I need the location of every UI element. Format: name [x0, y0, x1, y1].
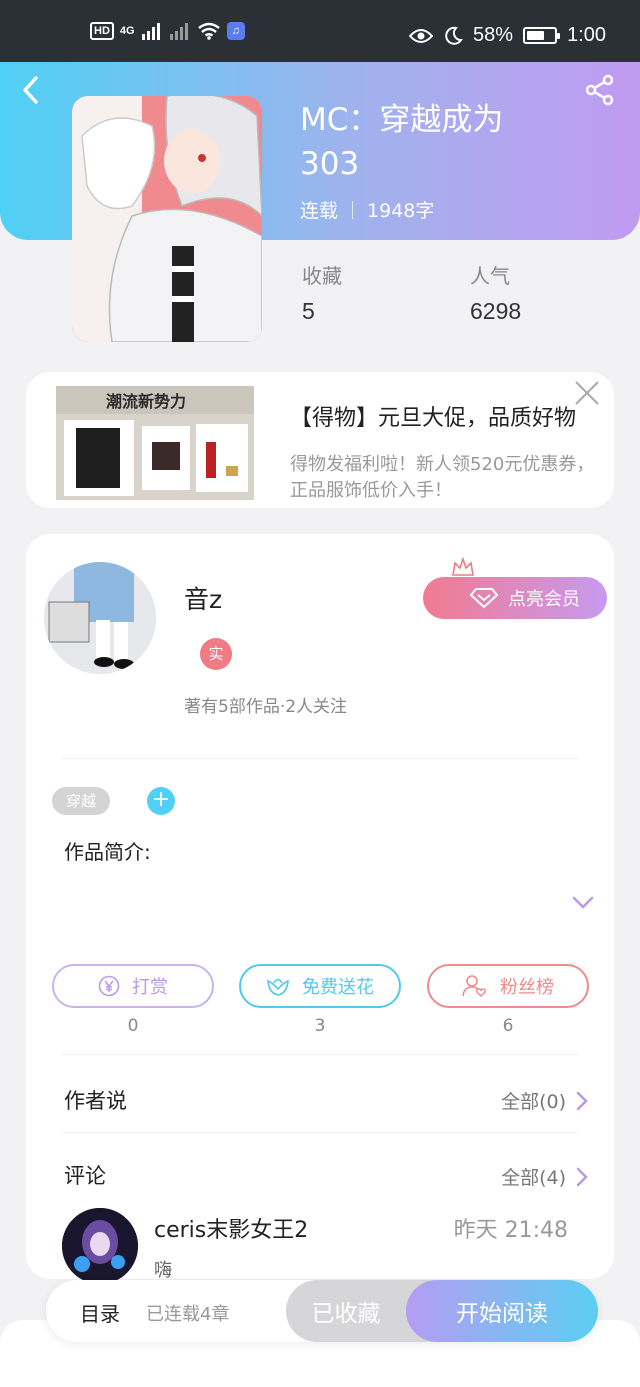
popularity-label: 人气: [470, 264, 510, 288]
cover-illustration: [72, 96, 262, 342]
flower-count: 3: [314, 1016, 326, 1036]
signal-icon: [141, 23, 160, 40]
intro-label: 作品简介:: [64, 840, 151, 864]
chevron-left-icon: [23, 76, 38, 104]
fan-rank-button[interactable]: 粉丝榜: [427, 964, 589, 1008]
signal-icon-2: [169, 23, 188, 40]
tip-label: 打赏: [132, 977, 168, 998]
ad-image-text: 潮流新势力: [106, 392, 186, 411]
ad-description: 得物发福利啦！新人领520元优惠券，正品服饰低价入手！: [290, 454, 595, 501]
book-title: MC：穿越成为303: [300, 102, 504, 182]
battery-percent: 58%: [473, 24, 514, 46]
network-badge: 4G: [119, 25, 135, 37]
moon-icon: [445, 26, 463, 45]
yen-coin-icon: [98, 975, 120, 997]
clock: 1:00: [567, 24, 606, 46]
verified-badge: 实: [200, 638, 232, 670]
share-button[interactable]: [584, 74, 616, 106]
commenter-avatar[interactable]: [62, 1208, 138, 1284]
start-reading-label: 开始阅读: [456, 1301, 548, 1327]
send-flower-button[interactable]: 免费送花: [239, 964, 401, 1008]
chevron-down-icon[interactable]: [572, 896, 594, 910]
bottom-action-bar: 目录 已连载4章 已收藏 开始阅读: [46, 1280, 598, 1342]
ad-close-button[interactable]: [574, 380, 600, 406]
comments-label: 评论: [64, 1164, 106, 1188]
chevron-right-icon: [576, 1167, 588, 1186]
status-bar: HD 4G ♫ 58% 1:00: [0, 0, 640, 62]
start-reading-button[interactable]: 开始阅读: [406, 1280, 598, 1342]
book-word-count: 1948字: [367, 200, 435, 222]
ad-title: 【得物】元旦大促，品质好物: [290, 406, 577, 431]
author-avatar[interactable]: [44, 562, 156, 674]
crown-icon: [452, 557, 474, 576]
diamond-icon: [470, 588, 498, 609]
comment-time: 昨天 21:48: [453, 1218, 568, 1243]
share-icon: [585, 74, 614, 106]
vip-button[interactable]: 点亮会员: [423, 557, 607, 619]
music-app-icon: ♫: [226, 22, 245, 40]
comments-all-label: 全部(4): [501, 1167, 566, 1189]
fan-rank-label: 粉丝榜: [500, 977, 554, 998]
battery-icon: [523, 27, 561, 44]
vip-button-label: 点亮会员: [508, 589, 580, 610]
user-heart-icon: [462, 975, 486, 998]
author-name[interactable]: 音z: [184, 580, 222, 616]
tip-button[interactable]: 打赏: [52, 964, 214, 1008]
divider: [62, 1054, 578, 1055]
status-left: HD 4G ♫: [90, 22, 245, 40]
tip-count: 0: [127, 1016, 139, 1036]
status-right: 58% 1:00: [409, 24, 606, 47]
genre-tag[interactable]: 穿越: [52, 787, 111, 815]
author-says-all-label: 全部(0): [501, 1091, 566, 1113]
chevron-right-icon: [576, 1091, 588, 1110]
favorited-label: 已收藏: [311, 1301, 381, 1327]
ad-image: 潮流新势力: [56, 386, 254, 500]
favorites-label: 收藏: [302, 264, 342, 288]
send-flower-label: 免费送花: [302, 977, 374, 998]
eye-icon: [409, 28, 434, 43]
book-cover[interactable]: [72, 96, 262, 342]
chapters-count: 已连载4章: [146, 1304, 230, 1325]
fan-rank-count: 6: [502, 1016, 514, 1036]
ad-banner[interactable]: 潮流新势力 【得物】元旦大促，品质好物 得物发福利啦！新人领520元优惠券，正品…: [26, 372, 614, 508]
flower-icon: [267, 978, 289, 996]
back-button[interactable]: [20, 74, 54, 108]
popularity-value: 6298: [470, 298, 522, 324]
wifi-icon: [197, 22, 220, 40]
meta-divider: [352, 200, 354, 219]
divider: [62, 758, 578, 759]
book-status: 连载: [300, 200, 339, 222]
detail-card: 音z 实 著有5部作品·2人关注 点亮会员 穿越 + 作品简介: 打赏 0 免费…: [26, 534, 614, 1284]
book-meta: 连载 1948字: [300, 196, 434, 223]
add-tag-button[interactable]: +: [147, 787, 175, 815]
author-says-all-link[interactable]: 全部(0): [501, 1087, 588, 1114]
hd-badge: HD: [90, 22, 114, 40]
comment-text: 嗨: [154, 1260, 172, 1281]
comments-all-link[interactable]: 全部(4): [501, 1163, 588, 1190]
favorites-value: 5: [302, 298, 315, 324]
toc-button[interactable]: 目录: [80, 1298, 120, 1327]
close-icon: [575, 381, 599, 405]
comment-username[interactable]: ceris末影女王2: [154, 1212, 308, 1244]
author-meta: 著有5部作品·2人关注: [184, 697, 348, 717]
divider: [62, 1132, 578, 1133]
author-says-label: 作者说: [64, 1089, 127, 1113]
